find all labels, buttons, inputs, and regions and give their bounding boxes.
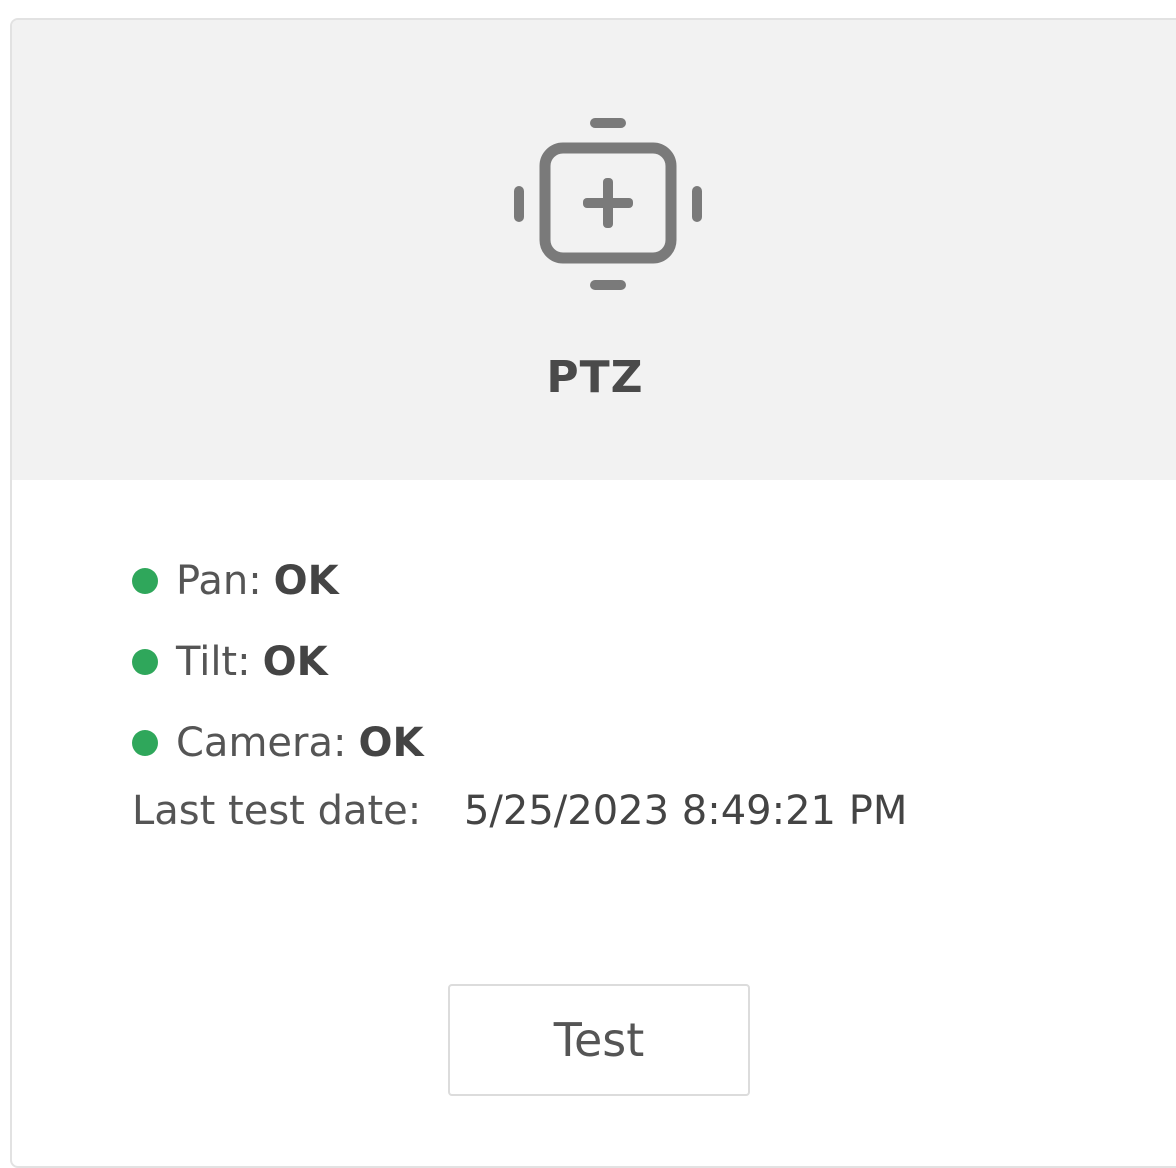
status-label-tilt: Tilt: xyxy=(176,638,251,685)
ptz-card: PTZ Pan: OK Tilt: OK Camera: OK Last tes… xyxy=(10,18,1176,1168)
card-header: PTZ xyxy=(12,20,1176,480)
status-value-camera: OK xyxy=(358,719,424,766)
status-value-pan: OK xyxy=(273,557,339,604)
test-button[interactable]: Test xyxy=(448,984,750,1096)
status-value-tilt: OK xyxy=(262,638,328,685)
card-title: PTZ xyxy=(546,352,644,403)
status-row-camera: Camera: OK xyxy=(132,702,423,783)
last-test-date: Last test date: 5/25/2023 8:49:21 PM xyxy=(132,788,907,834)
status-row-pan: Pan: OK xyxy=(132,540,423,621)
last-test-value: 5/25/2023 8:49:21 PM xyxy=(463,788,908,834)
status-dot-pan xyxy=(132,567,158,594)
status-label-pan: Pan: xyxy=(176,557,262,604)
status-label-camera: Camera: xyxy=(176,719,347,766)
ptz-crosshair-icon xyxy=(514,118,702,290)
status-dot-camera xyxy=(132,729,158,756)
status-list: Pan: OK Tilt: OK Camera: OK xyxy=(132,540,423,783)
status-dot-tilt xyxy=(132,648,158,675)
last-test-label: Last test date: xyxy=(132,788,422,834)
status-row-tilt: Tilt: OK xyxy=(132,621,423,702)
